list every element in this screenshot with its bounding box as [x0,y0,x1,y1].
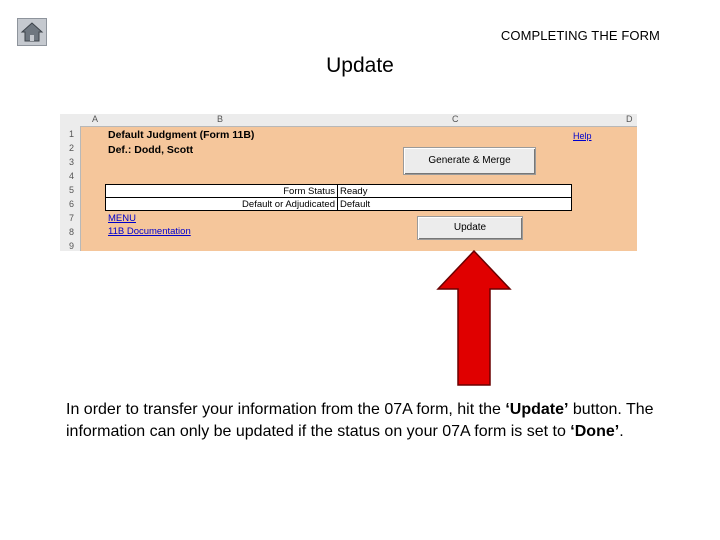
caption-update-word: ‘Update’ [505,401,569,418]
section-title: COMPLETING THE FORM [500,28,660,43]
generate-merge-button[interactable]: Generate & Merge [403,147,536,175]
row-header-6[interactable]: 6 [60,199,74,209]
up-arrow-pointer [436,249,512,386]
row-header-5[interactable]: 5 [60,185,74,195]
update-button[interactable]: Update [417,216,523,240]
column-header-a[interactable]: A [92,114,98,124]
documentation-link[interactable]: 11B Documentation [108,226,191,237]
row-header-4[interactable]: 4 [60,171,74,181]
form-status-value[interactable]: Ready [340,186,367,197]
table-column-divider [337,185,338,210]
spreadsheet: A B C D 1 2 3 4 5 6 7 8 9 Default Judgme… [60,114,637,251]
instruction-caption: In order to transfer your information fr… [66,399,666,443]
row-header-9[interactable]: 9 [60,241,74,251]
home-icon [20,22,44,42]
help-link[interactable]: Help [573,131,592,141]
column-header-bar: A B C D [60,114,637,127]
form-fields-table: Form Status Ready Default or Adjudicated… [105,184,572,211]
slide-title: Update [326,54,394,77]
caption-done-word: ‘Done’ [570,423,620,440]
row-header-2[interactable]: 2 [60,143,74,153]
row-header-7[interactable]: 7 [60,213,74,223]
column-header-b[interactable]: B [217,114,223,124]
caption-text-end: . [619,423,624,440]
menu-link[interactable]: MENU [108,213,136,224]
row-header-3[interactable]: 3 [60,157,74,167]
row-header-1[interactable]: 1 [60,129,74,139]
form-title: Default Judgment (Form 11B) [108,129,255,141]
table-divider [106,197,571,198]
home-button[interactable] [17,18,47,46]
default-adjudicated-value[interactable]: Default [340,199,370,210]
row-header-bar: 1 2 3 4 5 6 7 8 9 [60,126,81,251]
default-adjudicated-label: Default or Adjudicated [242,199,335,210]
form-status-label: Form Status [283,186,335,197]
row-header-8[interactable]: 8 [60,227,74,237]
column-header-d[interactable]: D [626,114,633,124]
defendant-name: Def.: Dodd, Scott [108,144,194,156]
caption-text-start: In order to transfer your information fr… [66,401,506,418]
column-header-c[interactable]: C [452,114,459,124]
